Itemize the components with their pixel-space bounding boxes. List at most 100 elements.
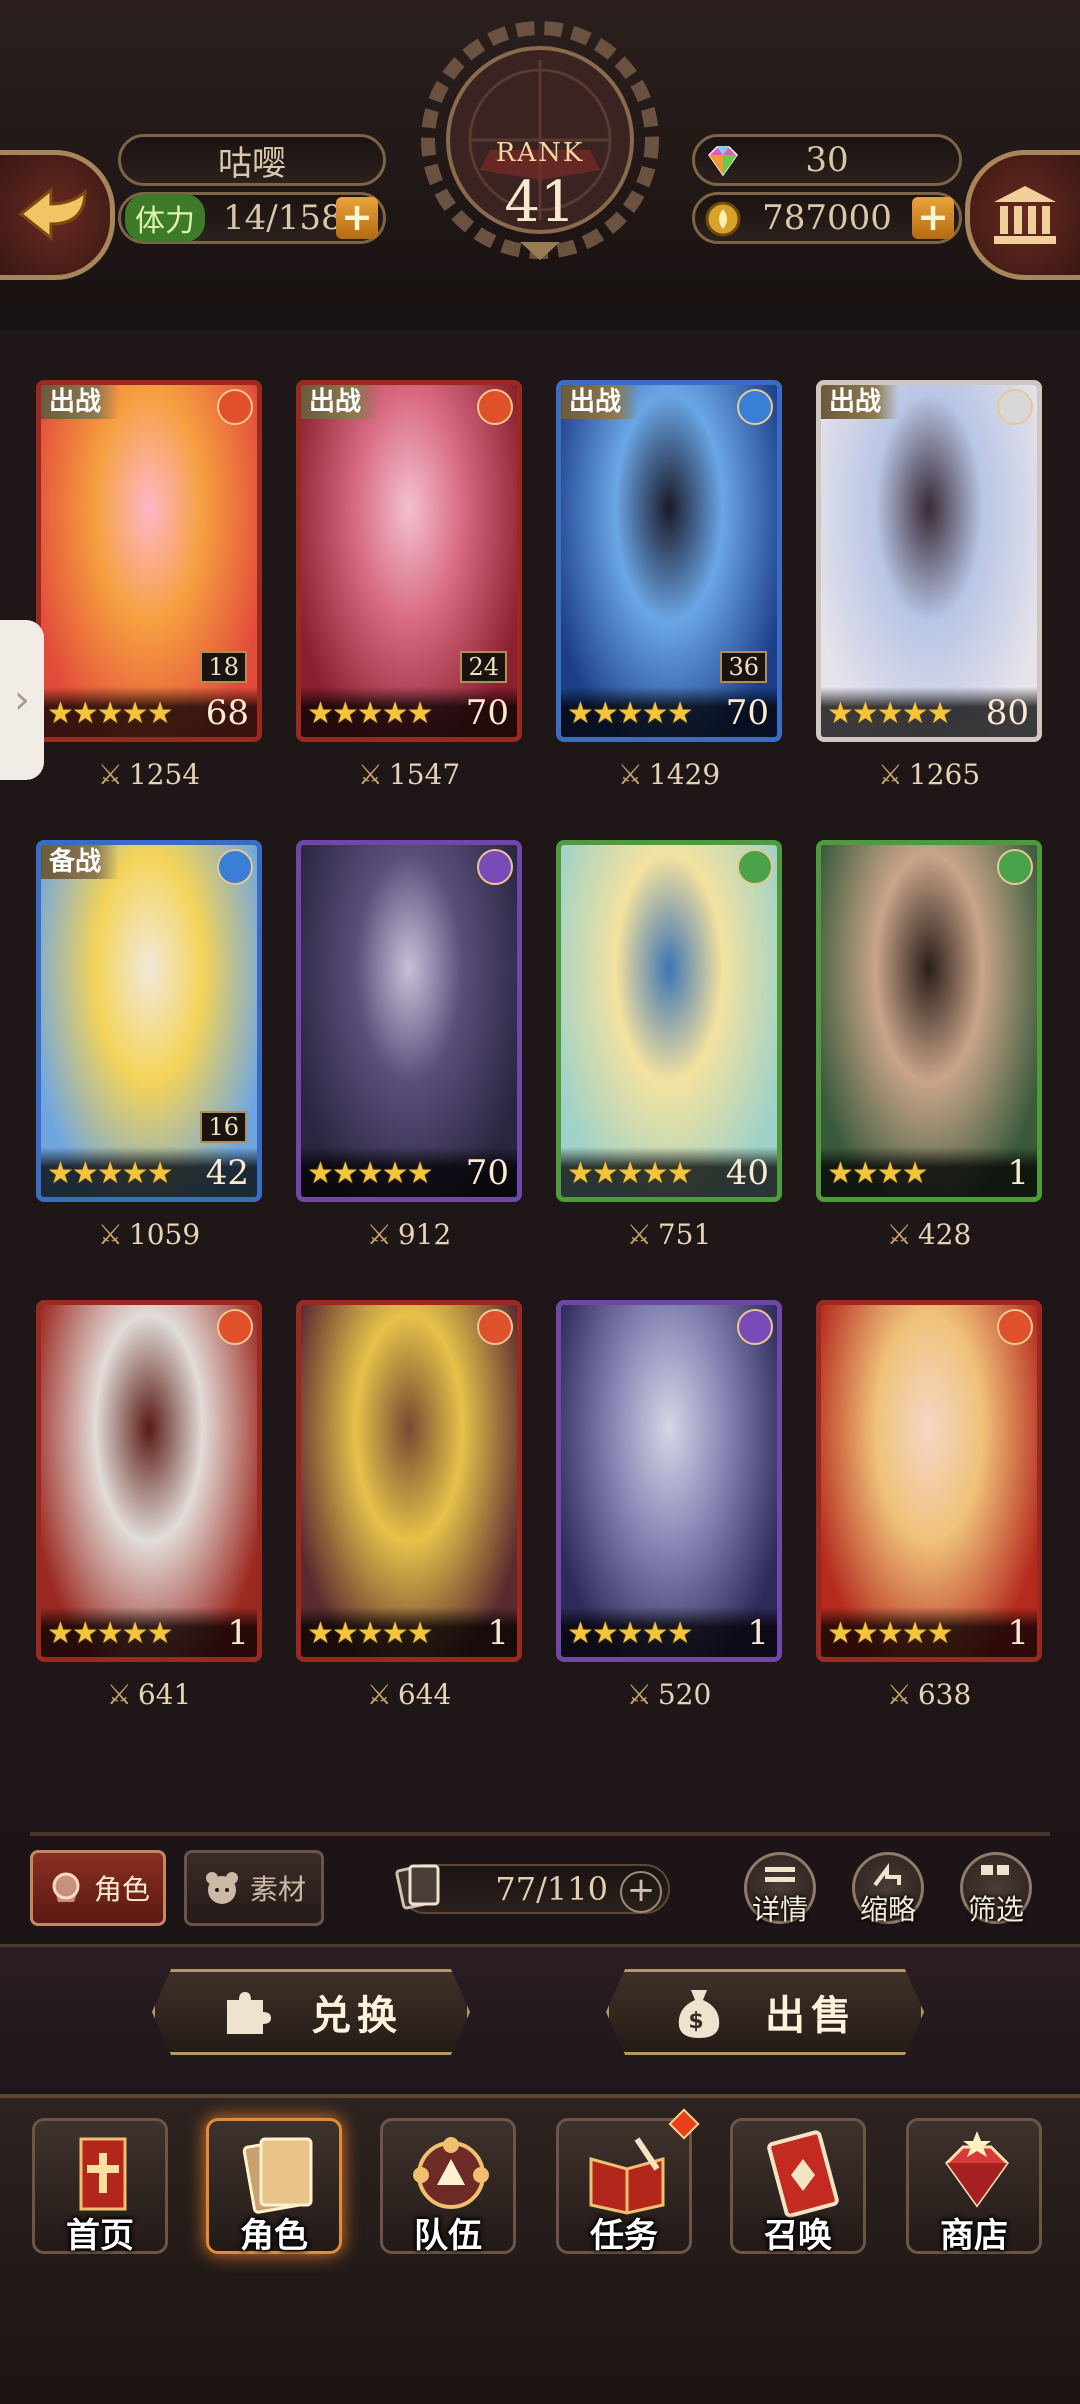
deploy-status-tag: 出战 bbox=[301, 385, 380, 419]
combat-power-value: 1059 bbox=[128, 1218, 201, 1251]
nav-label: 角色 bbox=[240, 2216, 308, 2256]
filter-label: 筛选 bbox=[967, 1893, 1024, 1926]
tab-materials-label: 素材 bbox=[249, 1873, 306, 1906]
character-card[interactable]: ★★★★★ 1 bbox=[556, 1300, 782, 1662]
dark-element-icon bbox=[737, 1309, 773, 1345]
nav-home-banner[interactable]: 首页 bbox=[32, 2118, 168, 2256]
combat-power: ⚔ 644 bbox=[296, 1678, 522, 1711]
character-card[interactable]: ★★★★★ 1 bbox=[816, 1300, 1042, 1662]
fire-element-icon bbox=[217, 1309, 253, 1345]
water-element-icon bbox=[737, 389, 773, 425]
combat-power-value: 1265 bbox=[908, 758, 981, 791]
combat-power: ⚔ 1547 bbox=[296, 758, 522, 791]
summon-card-icon bbox=[751, 2129, 851, 2219]
home-banner-icon bbox=[53, 2129, 153, 2219]
character-card[interactable]: ★★★★★ 40 bbox=[556, 840, 782, 1202]
character-level: 1 bbox=[1007, 1153, 1029, 1193]
character-card[interactable]: 备战 16 ★★★★★ 42 bbox=[36, 840, 262, 1202]
nav-shop-gem[interactable]: 商店 bbox=[906, 2118, 1042, 2256]
sell-button[interactable]: $ 出售 bbox=[606, 1969, 924, 2055]
gem-value: 30 bbox=[805, 140, 849, 180]
nav-quest-book[interactable]: 任务 bbox=[556, 2108, 700, 2256]
add-coins-button[interactable]: + bbox=[912, 197, 954, 239]
stamina-value: 14/158 bbox=[223, 198, 343, 238]
character-card[interactable]: ★★★★★ 1 bbox=[36, 1300, 262, 1662]
exchange-label: 兑换 bbox=[311, 1993, 403, 2039]
star-rating: ★★★★★ bbox=[827, 1616, 953, 1651]
summary-label: 缩略 bbox=[859, 1893, 916, 1926]
team-icon bbox=[401, 2129, 501, 2219]
character-grid: 出战 18 ★★★★★ 68 ⚔ 1254 出战 24 ★★★★★ 70 ⚔ 1547 出战 36 ★★★★… bbox=[0, 330, 1080, 1830]
crossed-swords-icon: ⚔ bbox=[626, 1218, 652, 1251]
tab-characters[interactable]: 角色 bbox=[30, 1850, 166, 1926]
tab-materials[interactable]: 素材 bbox=[184, 1850, 324, 1926]
fire-element-icon bbox=[477, 389, 513, 425]
water-element-icon bbox=[217, 849, 253, 885]
character-card[interactable]: ★★★★★ 1 bbox=[296, 1300, 522, 1662]
gem-counter: 30 bbox=[692, 134, 962, 186]
nav-team[interactable]: 队伍 bbox=[380, 2118, 516, 2256]
skill-level-badge: 16 bbox=[200, 1111, 247, 1143]
crossed-swords-icon: ⚔ bbox=[106, 1678, 132, 1711]
combat-power: ⚔ 751 bbox=[556, 1218, 782, 1251]
combat-power: ⚔ 1265 bbox=[816, 758, 1042, 791]
combat-power: ⚔ 1429 bbox=[556, 758, 782, 791]
combat-power: ⚔ 641 bbox=[36, 1678, 262, 1711]
nav-label: 任务 bbox=[590, 2216, 658, 2256]
combat-power-value: 428 bbox=[917, 1218, 972, 1251]
combat-power: ⚔ 1254 bbox=[36, 758, 262, 791]
deploy-status-tag: 出战 bbox=[561, 385, 640, 419]
crossed-swords-icon: ⚔ bbox=[97, 758, 123, 791]
bottom-navigation: 首页 角色 队伍 任务 召唤 商店 bbox=[0, 2094, 1080, 2404]
rank-label: RANK bbox=[495, 138, 585, 168]
combat-power-value: 641 bbox=[137, 1678, 192, 1711]
crossed-swords-icon: ⚔ bbox=[886, 1218, 912, 1251]
expand-capacity-button[interactable]: + bbox=[620, 1871, 662, 1913]
star-rating: ★★★★★ bbox=[47, 1616, 173, 1651]
character-card[interactable]: 出战 ★★★★★ 80 bbox=[816, 380, 1042, 742]
character-card[interactable]: 出战 36 ★★★★★ 70 bbox=[556, 380, 782, 742]
star-rating: ★★★★★ bbox=[307, 1616, 433, 1651]
add-stamina-button[interactable]: + bbox=[336, 197, 378, 239]
nav-label: 首页 bbox=[66, 2216, 134, 2256]
character-card[interactable]: 出战 18 ★★★★★ 68 bbox=[36, 380, 262, 742]
character-portrait bbox=[301, 1305, 517, 1657]
fire-element-icon bbox=[477, 1309, 513, 1345]
character-portrait bbox=[301, 385, 517, 737]
nav-label: 商店 bbox=[940, 2216, 1008, 2256]
star-rating: ★★★★★ bbox=[567, 1616, 693, 1651]
character-level: 40 bbox=[725, 1153, 769, 1193]
exchange-button[interactable]: 兑换 bbox=[152, 1969, 470, 2055]
character-card[interactable]: ★★★★★ 70 bbox=[296, 840, 522, 1202]
star-rating: ★★★★★ bbox=[47, 696, 173, 731]
character-card[interactable]: 出战 24 ★★★★★ 70 bbox=[296, 380, 522, 742]
combat-power: ⚔ 912 bbox=[296, 1218, 522, 1251]
character-portrait bbox=[41, 845, 257, 1197]
back-arrow-icon bbox=[18, 186, 87, 242]
back-button[interactable] bbox=[0, 150, 115, 280]
combat-power: ⚔ 638 bbox=[816, 1678, 1042, 1711]
character-card-icon bbox=[227, 2129, 327, 2219]
dark-element-icon bbox=[477, 849, 513, 885]
sell-label: 出售 bbox=[765, 1993, 857, 2039]
gallery-button[interactable] bbox=[965, 150, 1080, 280]
character-portrait bbox=[561, 1305, 777, 1657]
combat-power-value: 638 bbox=[917, 1678, 972, 1711]
nav-summon-card[interactable]: 召唤 bbox=[730, 2118, 866, 2256]
shop-gem-icon bbox=[927, 2129, 1027, 2219]
character-portrait bbox=[821, 845, 1037, 1197]
crossed-swords-icon: ⚔ bbox=[357, 758, 383, 791]
character-card[interactable]: ★★★★ 1 bbox=[816, 840, 1042, 1202]
skill-level-badge: 24 bbox=[460, 651, 507, 683]
nav-character-card[interactable]: 角色 bbox=[206, 2118, 342, 2256]
side-drawer-handle[interactable]: › bbox=[0, 620, 44, 780]
character-head-icon bbox=[52, 1872, 80, 1902]
character-level: 80 bbox=[985, 693, 1029, 733]
star-rating: ★★★★★ bbox=[827, 696, 953, 731]
character-portrait bbox=[561, 385, 777, 737]
combat-power-value: 751 bbox=[657, 1218, 712, 1251]
skill-level-badge: 36 bbox=[720, 651, 767, 683]
deploy-status-tag: 出战 bbox=[821, 385, 900, 419]
star-rating: ★★★★ bbox=[827, 1156, 929, 1191]
nav-label: 队伍 bbox=[414, 2216, 482, 2256]
